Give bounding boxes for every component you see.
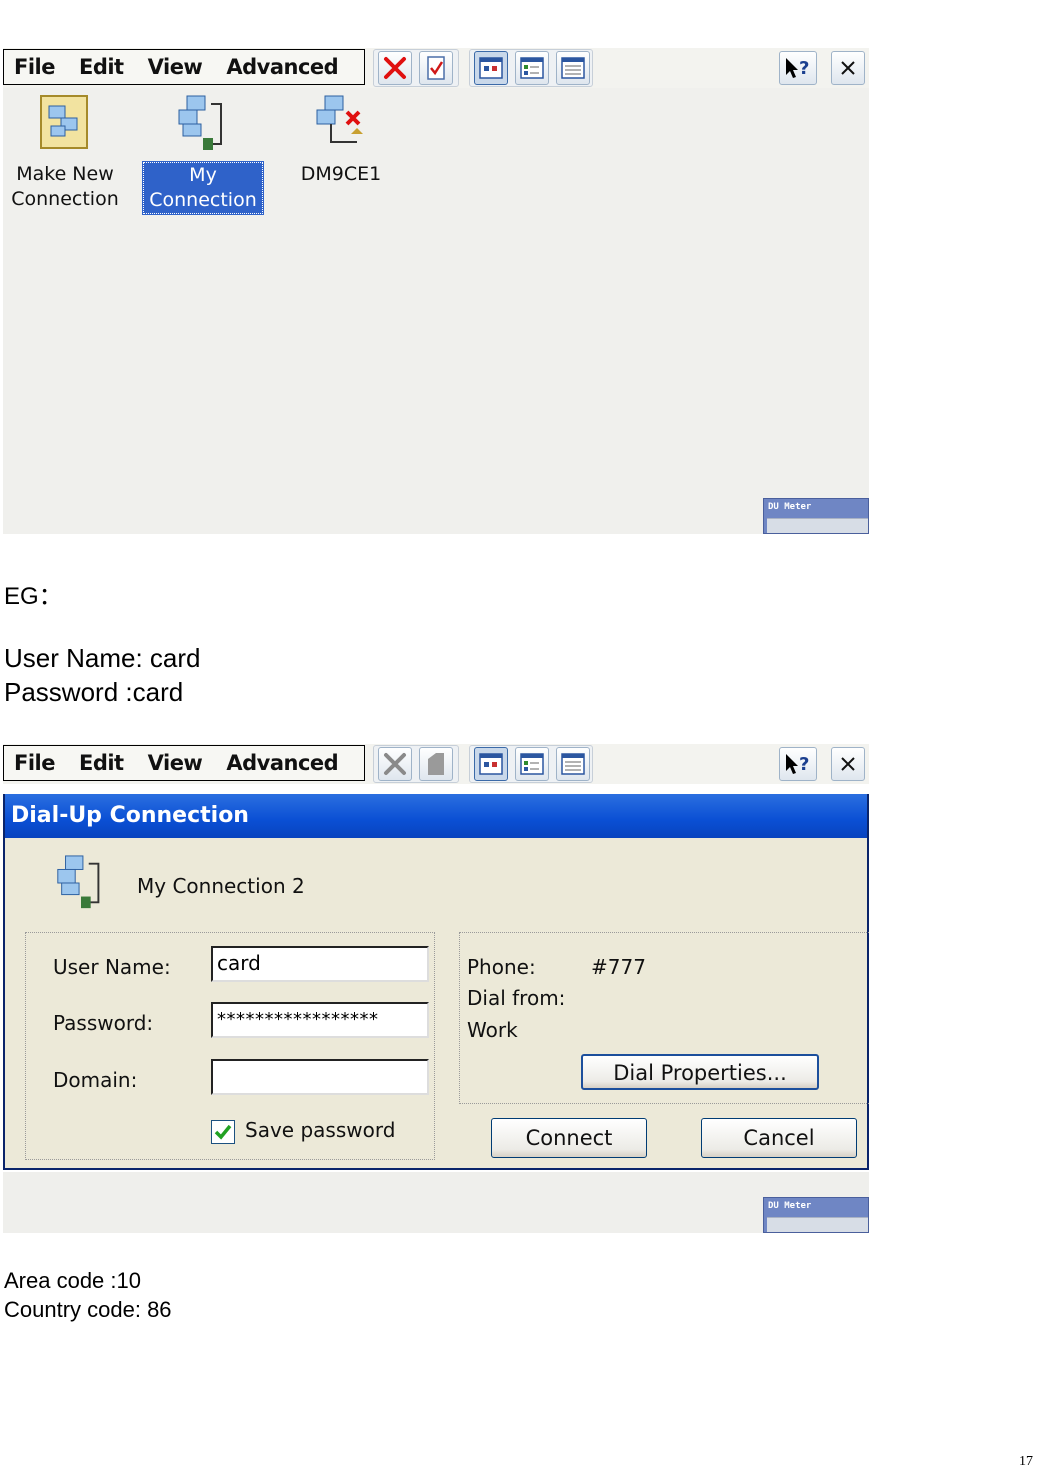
eg-label: EG： xyxy=(4,583,63,610)
checkmark-icon xyxy=(214,1124,232,1140)
details-icon xyxy=(561,57,585,79)
delete-x-icon xyxy=(384,57,406,79)
dial-from-label: Dial from: xyxy=(467,986,566,1010)
help-button[interactable]: ? xyxy=(779,747,817,781)
cancel-button[interactable]: Cancel xyxy=(701,1118,857,1158)
menu-bar: File Edit View Advanced xyxy=(3,49,365,85)
properties-button[interactable] xyxy=(419,747,453,781)
properties-button[interactable] xyxy=(419,51,453,85)
menu-edit[interactable]: Edit xyxy=(69,55,138,79)
network-adapter-disconnected-icon xyxy=(311,94,371,154)
menu-file[interactable]: File xyxy=(4,751,69,775)
page-number: 17 xyxy=(1019,1454,1033,1469)
close-button[interactable] xyxy=(831,51,865,85)
help-button[interactable]: ? xyxy=(779,51,817,85)
screenshot-dialup-dialog: File Edit View Advanced ? Dial-Up Connec… xyxy=(3,744,869,1233)
large-icons-button[interactable] xyxy=(474,747,508,781)
small-icons-button[interactable] xyxy=(515,51,549,85)
small-icons-icon xyxy=(520,753,544,775)
menu-toolbar: File Edit View Advanced ? xyxy=(3,744,869,784)
small-icons-button[interactable] xyxy=(515,747,549,781)
user-name-label: User Name: xyxy=(53,955,171,979)
domain-field[interactable] xyxy=(211,1059,429,1095)
close-icon xyxy=(841,61,855,75)
dialup-connection-icon xyxy=(51,854,111,912)
svg-text:?: ? xyxy=(799,754,809,775)
dm9ce1-label: DM9CE1 xyxy=(300,163,382,185)
menu-advanced[interactable]: Advanced xyxy=(216,751,352,775)
details-button[interactable] xyxy=(556,51,590,85)
save-password-label: Save password xyxy=(245,1118,396,1142)
dialog-title: Dial-Up Connection xyxy=(5,794,867,838)
menu-toolbar: File Edit View Advanced ? xyxy=(3,48,869,88)
dial-from-value: Work xyxy=(467,1018,518,1042)
password-field[interactable]: ***************** xyxy=(211,1002,429,1038)
delete-button[interactable] xyxy=(378,51,412,85)
properties-icon xyxy=(427,56,445,80)
connections-view: Make New Connection My Connection DM9CE1… xyxy=(3,88,869,534)
close-icon xyxy=(841,757,855,771)
phone-value: #777 xyxy=(591,955,646,979)
desktop-strip xyxy=(3,1172,869,1233)
large-icons-icon xyxy=(479,57,503,79)
large-icons-button[interactable] xyxy=(474,51,508,85)
dm9ce1-item[interactable]: DM9CE1 xyxy=(281,94,401,187)
password-example: Password :card xyxy=(4,677,184,707)
phone-label: Phone: xyxy=(467,955,536,979)
connection-name: My Connection 2 xyxy=(137,874,305,898)
screenshot-connections-folder: File Edit View Advanced ? Make New Conne… xyxy=(3,48,869,534)
details-button[interactable] xyxy=(556,747,590,781)
dial-properties-button[interactable]: Dial Properties... xyxy=(581,1054,819,1090)
menu-view[interactable]: View xyxy=(138,751,217,775)
dialup-connection-icon xyxy=(173,94,233,154)
my-connection-item[interactable]: My Connection xyxy=(142,94,264,215)
svg-text:?: ? xyxy=(799,58,809,79)
user-name-field[interactable]: card xyxy=(211,946,429,982)
password-label: Password: xyxy=(53,1011,154,1035)
domain-label: Domain: xyxy=(53,1068,138,1092)
country-code-note: Country code: 86 xyxy=(4,1297,172,1322)
save-password-checkbox[interactable] xyxy=(211,1120,235,1144)
close-button[interactable] xyxy=(831,747,865,781)
area-code-note: Area code :10 xyxy=(4,1268,141,1293)
dialog-body: My Connection 2 User Name: card Password… xyxy=(5,838,869,1168)
delete-button[interactable] xyxy=(378,747,412,781)
properties-icon-disabled xyxy=(428,753,444,775)
details-icon xyxy=(561,753,585,775)
make-new-connection-label: Make New Connection xyxy=(11,163,119,210)
menu-view[interactable]: View xyxy=(138,55,217,79)
help-pointer-icon: ? xyxy=(786,58,809,79)
delete-x-icon-disabled xyxy=(384,753,406,775)
du-meter-widget[interactable]: DU Meter xyxy=(763,498,869,534)
my-connection-label: My Connection xyxy=(142,161,264,215)
connect-button[interactable]: Connect xyxy=(491,1118,647,1158)
du-meter-label: DU Meter xyxy=(768,502,812,512)
user-name-example: User Name: card xyxy=(4,643,201,673)
small-icons-icon xyxy=(520,57,544,79)
dialup-connection-dialog: Dial-Up Connection My Connection 2 User … xyxy=(3,794,869,1170)
menu-advanced[interactable]: Advanced xyxy=(216,55,352,79)
help-pointer-icon: ? xyxy=(786,754,809,775)
du-meter-label: DU Meter xyxy=(768,1201,812,1211)
make-new-connection-item[interactable]: Make New Connection xyxy=(5,94,125,212)
large-icons-icon xyxy=(479,753,503,775)
menu-file[interactable]: File xyxy=(4,55,69,79)
menu-edit[interactable]: Edit xyxy=(69,751,138,775)
make-new-connection-icon xyxy=(35,94,95,154)
menu-bar: File Edit View Advanced xyxy=(3,745,365,781)
du-meter-widget[interactable]: DU Meter xyxy=(763,1197,869,1233)
